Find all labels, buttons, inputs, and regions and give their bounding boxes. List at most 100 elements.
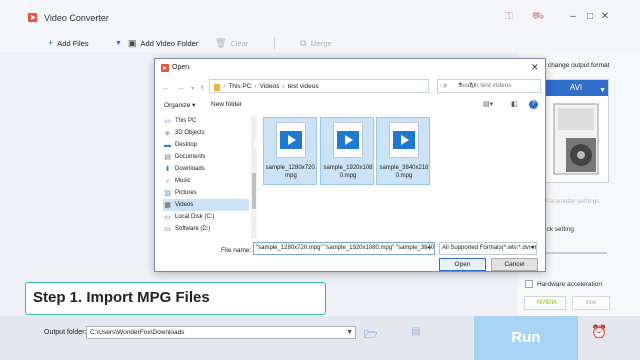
nav-item-label: Software (D:) [175, 226, 211, 232]
toolbar-divider [274, 37, 275, 49]
search-icon: ⌕ [443, 81, 448, 90]
add-video-folder-button[interactable]: ▣ Add Video Folder [128, 37, 198, 49]
file-name-input[interactable]: "sample_1280x720.mpg" "sample_1920x1080.… [253, 242, 435, 255]
open-file-dialog: Open ✕ ← → ▾ ↑ ▆ › This PC › Videos › te… [154, 58, 546, 272]
minimize-icon[interactable]: – [567, 12, 579, 22]
dialog-title-bar: Open ✕ [155, 59, 545, 77]
dialog-command-bar: Organize ▾ New folder ▤▾ ◧ ? [155, 97, 545, 113]
breadcrumb-test-videos[interactable]: test videos [288, 83, 319, 90]
preview-pane-icon[interactable]: ◧ [511, 100, 518, 108]
nav-item-label: 3D Objects [175, 130, 205, 136]
dialog-navigation-bar: ← → ▾ ↑ ▆ › This PC › Videos › test vide… [155, 77, 545, 97]
file-name: sample_1280x720.mpg [265, 165, 317, 179]
nav-item-this-pc[interactable]: ▭ This PC [163, 115, 249, 127]
chevron-down-icon: ▾ [530, 245, 534, 251]
breadcrumb-this-pc[interactable]: This PC [228, 83, 251, 90]
hardware-acceleration-label: Hardware acceleration [537, 280, 603, 288]
forward-arrow-icon[interactable]: → [177, 83, 185, 92]
file-name: sample_1920x1080.mpg [323, 165, 373, 179]
file-type-select[interactable]: All Supported Formats(*.wtv;*.dvr-ms ▾ [439, 242, 537, 255]
cart-icon[interactable]: ⛟ [532, 12, 545, 22]
run-button[interactable]: Run [474, 316, 578, 360]
breadcrumb-videos[interactable]: Videos [260, 83, 280, 90]
toolbar: + Add Files ▼ ▣ Add Video Folder 🗑 Clear… [0, 34, 640, 52]
output-folder-field[interactable]: C:\Users\WonderFox\Downloads ▼ [86, 326, 356, 339]
file-item[interactable]: sample_3840x2160.mpg [376, 117, 430, 185]
nav-item-3d-objects[interactable]: ◈ 3D Objects [163, 127, 249, 139]
nav-item-label: Videos [175, 202, 194, 208]
disk-icon: ▭ [164, 214, 171, 221]
quality-slider[interactable] [545, 252, 607, 254]
search-input[interactable]: ⌕ Search test videos [437, 79, 541, 93]
merge-button[interactable]: ⧉ Merge [300, 37, 332, 49]
file-item[interactable]: sample_1280x720.mpg [263, 117, 317, 185]
nav-item-software-d[interactable]: ▭ Software (D:) [163, 223, 249, 235]
clear-button[interactable]: 🗑 Clear [215, 37, 248, 49]
nav-item-downloads[interactable]: ⬇ Downloads [163, 163, 249, 175]
app-title: Video Converter [44, 13, 109, 23]
nav-item-documents[interactable]: ▤ Documents [163, 151, 249, 163]
dialog-close-icon[interactable]: ✕ [531, 62, 539, 73]
checkbox-icon [525, 280, 533, 288]
nav-item-videos[interactable]: ▦ Videos [163, 199, 249, 211]
nav-item-local-disk-c[interactable]: ▭ Local Disk (C:) [163, 211, 249, 223]
help-icon[interactable]: ? [529, 100, 538, 109]
format-name-bar: AVI ▼ [544, 80, 608, 96]
nav-item-label: Pictures [175, 190, 197, 196]
add-files-button[interactable]: + Add Files [48, 37, 89, 49]
alarm-clock-icon[interactable]: ⏰ [591, 324, 607, 340]
nav-item-desktop[interactable]: ▬ Desktop [163, 139, 249, 151]
file-type-value: All Supported Formats(*.wtv;*.dvr-ms [442, 245, 537, 251]
download-icon: ⬇ [164, 166, 171, 173]
nvidia-badge: NVIDIA [524, 296, 566, 310]
nav-item-label: Downloads [175, 166, 205, 172]
file-item[interactable]: sample_1920x1080.mpg [320, 117, 374, 185]
output-folder-value: C:\Users\WonderFox\Downloads [90, 329, 185, 336]
output-format-selector[interactable]: AVI ▼ [543, 79, 609, 183]
output-folder-label: Output folder: [44, 329, 87, 336]
trash-icon: 🗑 [215, 37, 227, 48]
file-name-label: File name: [221, 247, 252, 254]
scrollbar-thumb[interactable] [252, 173, 256, 209]
maximize-icon[interactable]: □ [584, 12, 596, 22]
recent-locations-icon[interactable]: ▾ [191, 85, 194, 92]
up-arrow-icon[interactable]: ↑ [200, 83, 204, 92]
chevron-down-icon[interactable]: ▼ [346, 327, 353, 338]
merge-icon[interactable]: ▤ [411, 326, 420, 337]
video-file-icon [276, 122, 306, 158]
navigation-scrollbar[interactable] [251, 115, 257, 239]
nav-item-pictures[interactable]: ▨ Pictures [163, 187, 249, 199]
hardware-acceleration-toggle[interactable]: Hardware acceleration [525, 277, 625, 291]
open-button[interactable]: Open [439, 258, 486, 271]
add-files-dropdown[interactable]: ▼ [115, 37, 126, 49]
app-logo-icon [28, 13, 37, 22]
add-files-label: Add Files [57, 38, 89, 48]
folder-open-icon[interactable]: 🗁 [364, 326, 378, 345]
nav-item-music[interactable]: ♪ Music [163, 175, 249, 187]
video-icon: ▦ [164, 202, 171, 209]
view-options-icon[interactable]: ▤▾ [483, 100, 493, 108]
merge-icon: ⧉ [300, 37, 307, 48]
cancel-button[interactable]: Cancel [491, 258, 538, 271]
video-file-icon [389, 122, 419, 158]
intel-badge: intel [572, 296, 610, 310]
output-format-label: change output format [548, 62, 610, 69]
new-folder-button[interactable]: New folder [211, 101, 242, 108]
chevron-down-icon[interactable]: ▾ [428, 245, 431, 252]
key-icon[interactable]: ⚿ [503, 12, 515, 22]
document-icon: ▤ [164, 154, 171, 161]
organize-menu[interactable]: Organize ▾ [164, 101, 195, 109]
step-banner: Step 1. Import MPG Files [25, 282, 326, 315]
desktop-icon: ▬ [164, 141, 171, 149]
folder-add-icon: ▣ [128, 37, 137, 48]
app-logo-icon [161, 64, 169, 72]
address-bar[interactable]: ▆ › This PC › Videos › test videos ▾ ↻ [209, 79, 476, 93]
file-list[interactable]: sample_1280x720.mpg sample_1920x1080.mpg… [261, 115, 543, 239]
quick-setting-label: ick setting [545, 226, 574, 233]
back-arrow-icon[interactable]: ← [162, 83, 170, 92]
dialog-title: Open [172, 64, 190, 71]
format-name: AVI [569, 83, 583, 92]
parameter-settings-button[interactable]: Parameter settings [545, 198, 600, 205]
navigation-pane: ▭ This PC ◈ 3D Objects ▬ Desktop ▤ Docum… [157, 115, 257, 239]
close-icon[interactable]: ✕ [599, 12, 611, 22]
